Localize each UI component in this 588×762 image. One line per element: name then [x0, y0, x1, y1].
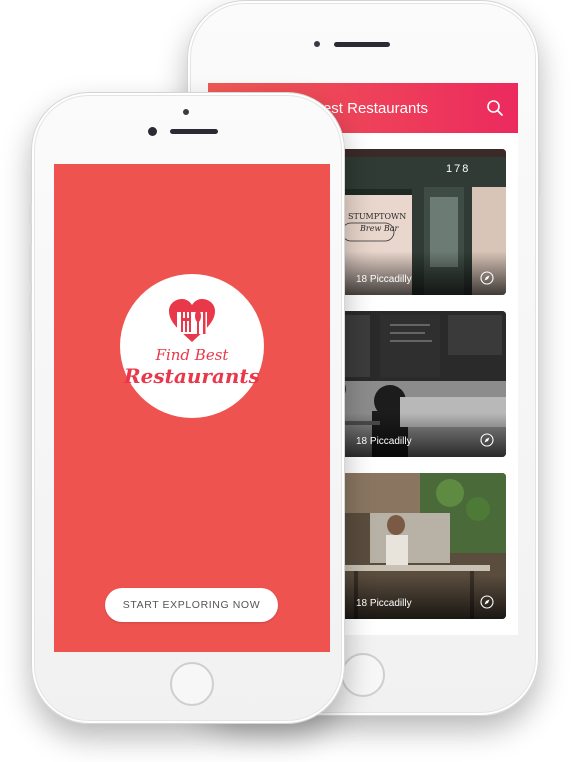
power-button	[538, 151, 541, 195]
logo-title: Restaurants	[124, 364, 260, 388]
logo-tagline: Find Best	[155, 346, 229, 364]
restaurant-address: 18 Piccadilly	[356, 598, 412, 609]
home-button[interactable]	[170, 662, 214, 706]
compass-icon[interactable]	[480, 595, 494, 609]
front-phone: Find Best Restaurants START EXPLORING NO…	[29, 92, 345, 724]
mute-switch	[29, 203, 32, 225]
volume-up-button	[29, 243, 32, 283]
speaker-grille	[170, 129, 218, 134]
volume-down-button	[29, 293, 32, 333]
heart-cutlery-icon	[169, 299, 215, 342]
compass-icon[interactable]	[480, 433, 494, 447]
sensor-icon	[183, 109, 189, 115]
storefront-number: 178	[446, 163, 471, 175]
speaker-grille	[334, 42, 390, 47]
splash-screen: Find Best Restaurants START EXPLORING NO…	[54, 164, 330, 652]
restaurant-address: 18 Piccadilly	[356, 436, 412, 447]
start-exploring-button[interactable]: START EXPLORING NOW	[105, 588, 278, 622]
compass-icon[interactable]	[480, 271, 494, 285]
home-button[interactable]	[341, 653, 385, 697]
camera-icon	[148, 127, 157, 136]
restaurant-address: 18 Piccadilly	[356, 274, 412, 285]
search-icon[interactable]	[486, 99, 504, 117]
camera-icon	[314, 41, 320, 47]
app-logo: Find Best Restaurants	[120, 274, 264, 418]
svg-text:STUMPTOWN: STUMPTOWN	[348, 212, 406, 221]
